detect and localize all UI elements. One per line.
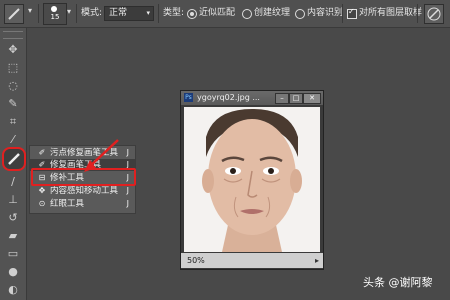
watermark-text: 头条 @谢阿黎 — [363, 276, 433, 289]
close-icon[interactable]: ✕ — [303, 93, 321, 104]
document-titlebar[interactable]: Ps ygoyrq02.jpg ... – □ ✕ — [181, 91, 323, 105]
maximize-icon[interactable]: □ — [289, 93, 303, 104]
document-canvas[interactable] — [184, 107, 320, 252]
minimize-icon[interactable]: – — [275, 93, 289, 104]
document-title: ygoyrq02.jpg ... — [197, 93, 260, 102]
zoom-level[interactable]: 50% — [187, 253, 205, 268]
document-window[interactable]: Ps ygoyrq02.jpg ... – □ ✕ 50% ▸ — [180, 90, 324, 270]
ps-doc-icon: Ps — [184, 93, 193, 102]
status-scroll-arrow-icon[interactable]: ▸ — [315, 253, 319, 268]
portrait-photo — [184, 107, 320, 252]
document-status-bar: 50% ▸ — [181, 253, 323, 268]
